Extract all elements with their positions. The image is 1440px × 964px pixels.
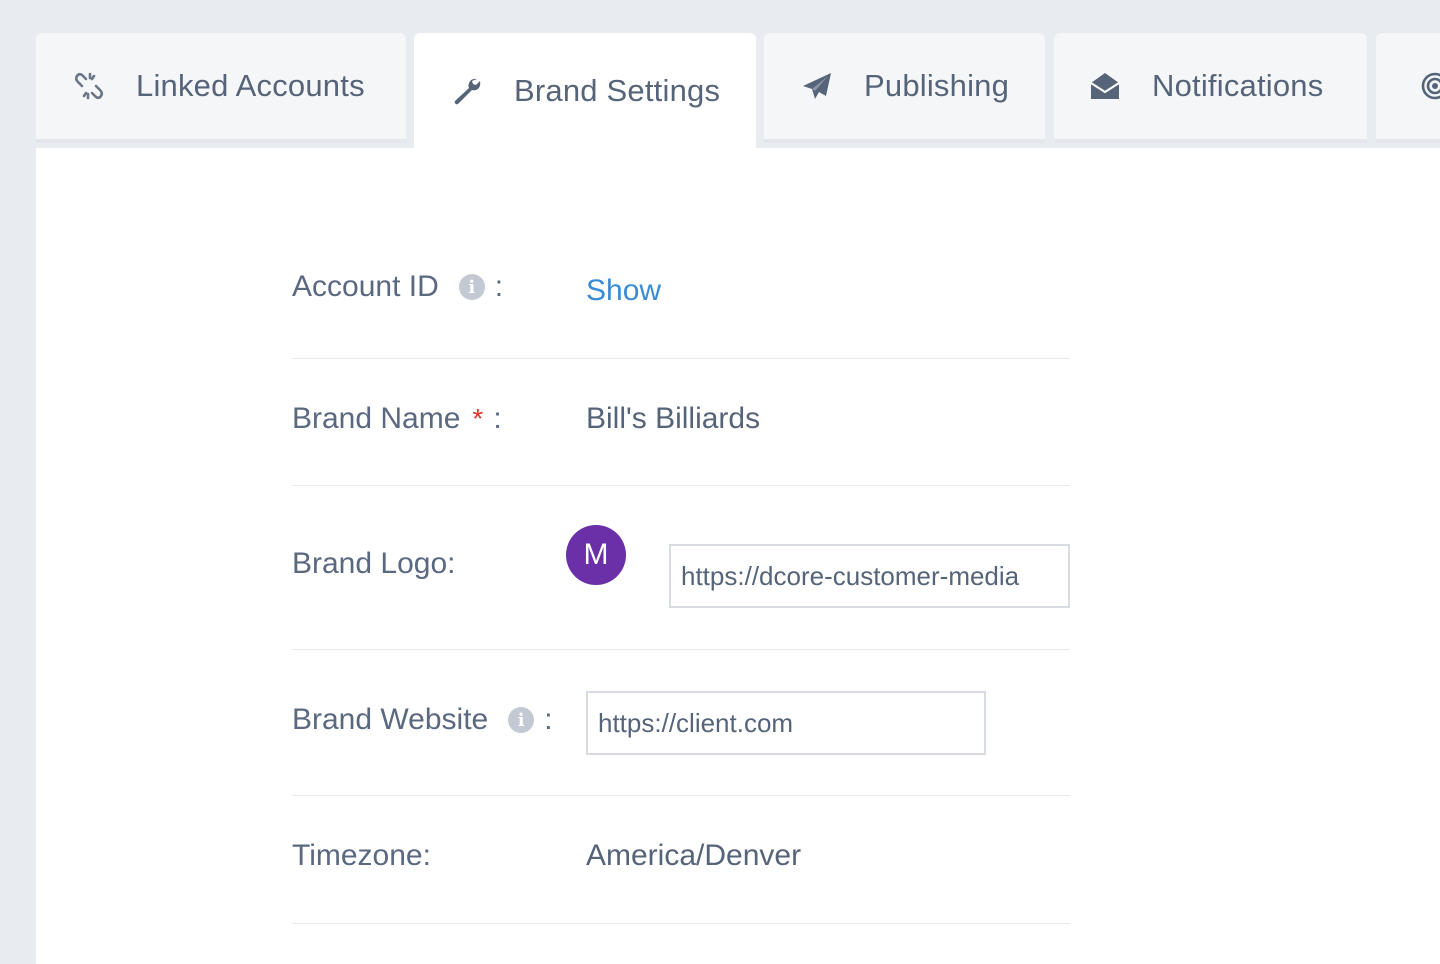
tab-label: Notifications bbox=[1152, 68, 1324, 103]
timezone-value[interactable]: America/Denver bbox=[586, 839, 801, 873]
wrench-icon bbox=[450, 74, 484, 108]
broken-link-icon bbox=[72, 69, 106, 103]
required-asterisk: * bbox=[472, 403, 484, 434]
label-colon: : bbox=[494, 270, 504, 303]
account-id-label-text: Account ID bbox=[292, 270, 439, 303]
brand-name-label: Brand Name * : bbox=[292, 402, 502, 436]
settings-page: Linked Accounts Brand Settings Publishin… bbox=[0, 0, 1440, 964]
show-account-id-link[interactable]: Show bbox=[586, 274, 661, 308]
brand-website-label-text: Brand Website bbox=[292, 703, 489, 736]
tab-linked-accounts[interactable]: Linked Accounts bbox=[36, 33, 406, 143]
open-envelope-icon bbox=[1088, 69, 1122, 103]
brand-website-row: Brand Website i : https://client.com bbox=[292, 649, 1070, 796]
timezone-label: Timezone: bbox=[292, 839, 431, 872]
label-colon: : bbox=[544, 703, 553, 736]
brand-website-input[interactable]: https://client.com bbox=[586, 691, 986, 755]
tab-more[interactable] bbox=[1376, 33, 1440, 143]
tab-notifications[interactable]: Notifications bbox=[1054, 33, 1367, 143]
tab-label: Linked Accounts bbox=[136, 68, 365, 103]
tab-label: Publishing bbox=[864, 68, 1010, 103]
brand-name-row: Brand Name * : Bill's Billiards bbox=[292, 358, 1070, 486]
brand-logo-row: Brand Logo: M https://dcore-customer-med… bbox=[292, 485, 1070, 650]
brand-logo-label: Brand Logo: bbox=[292, 547, 456, 580]
info-icon[interactable]: i bbox=[508, 707, 535, 733]
brand-logo-url-input[interactable]: https://dcore-customer-media bbox=[669, 544, 1070, 608]
timezone-row: Timezone: America/Denver bbox=[292, 795, 1070, 924]
brand-settings-panel: Account ID i : Show Brand Name * : Bill'… bbox=[36, 148, 1440, 964]
info-icon[interactable]: i bbox=[458, 274, 485, 300]
tab-label: Brand Settings bbox=[514, 72, 721, 108]
paper-plane-icon bbox=[800, 69, 834, 103]
tab-brand-settings[interactable]: Brand Settings bbox=[414, 33, 756, 148]
brand-name-label-text: Brand Name bbox=[292, 402, 461, 435]
brand-website-label: Brand Website i : bbox=[292, 703, 553, 737]
label-colon: : bbox=[493, 402, 502, 435]
account-id-row: Account ID i : Show bbox=[292, 148, 1070, 359]
brand-logo-avatar[interactable]: M bbox=[566, 525, 626, 585]
account-id-label: Account ID i : bbox=[292, 270, 503, 304]
target-icon bbox=[1418, 69, 1440, 103]
settings-tabbar: Linked Accounts Brand Settings Publishin… bbox=[36, 33, 1440, 148]
tab-publishing[interactable]: Publishing bbox=[764, 33, 1045, 143]
brand-name-value: Bill's Billiards bbox=[586, 402, 761, 435]
